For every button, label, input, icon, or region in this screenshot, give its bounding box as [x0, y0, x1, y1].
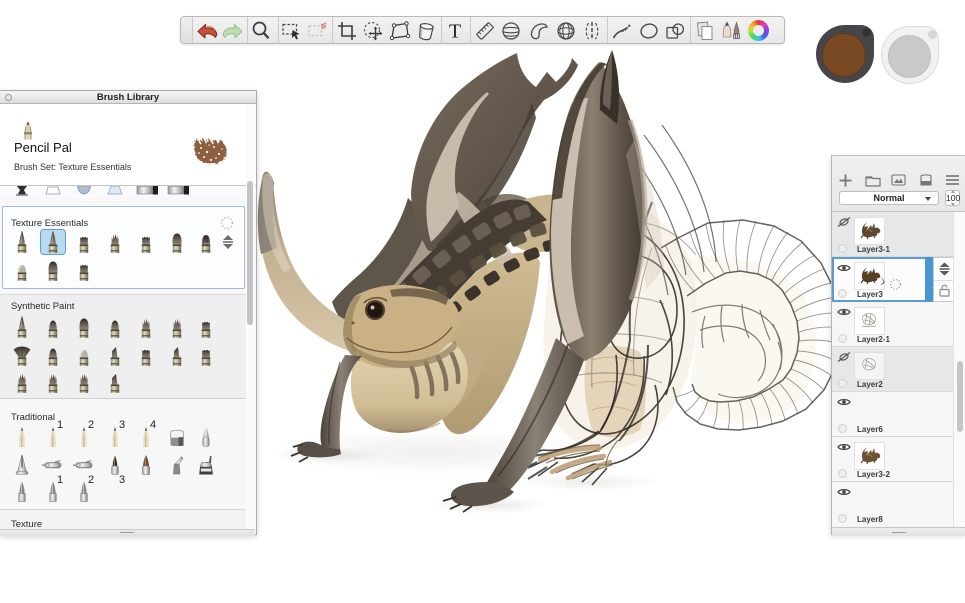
svg-text:T: T — [449, 21, 461, 43]
